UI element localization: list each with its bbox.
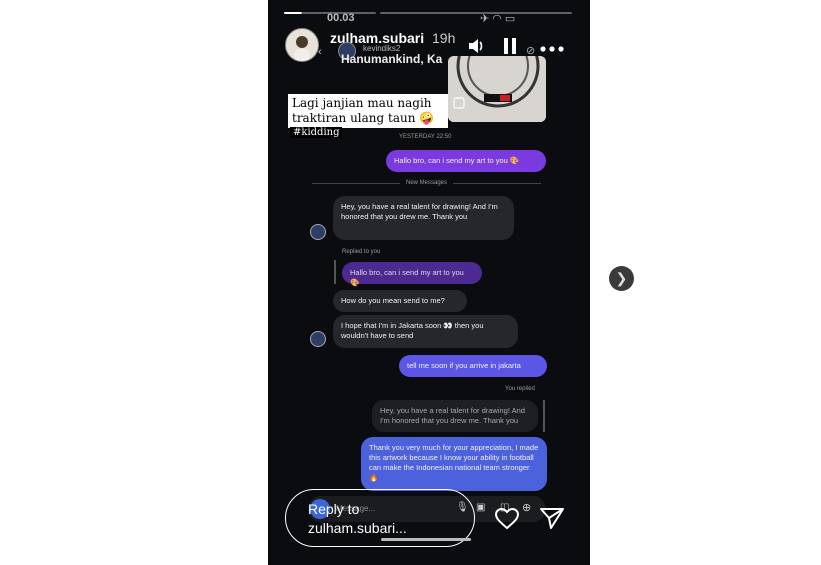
story-avatar[interactable] — [285, 28, 319, 62]
message-bubble-received: I hope that I'm in Jakarta soon 👀 then y… — [333, 315, 518, 348]
story-age: 19h — [432, 30, 456, 46]
status-icons: ✈ ◠ ▭ — [480, 13, 516, 25]
new-messages-divider-left — [312, 183, 400, 184]
replied-to-you-label: Replied to you — [342, 249, 381, 255]
artwork-thumbnail — [448, 56, 546, 122]
more-icon[interactable] — [540, 38, 564, 59]
message-bubble-sent: Hallo bro, can i send my art to you 🎨 — [386, 150, 546, 172]
message-bubble-received: How do you mean send to me? — [333, 290, 467, 312]
status-time: 00.03 — [327, 12, 355, 24]
you-replied-label: You replied — [505, 386, 535, 392]
story-viewer: 00.03 ✈ ◠ ▭ zulham.subari 19h ‹ kevindik… — [268, 0, 590, 565]
reply-bar — [334, 260, 336, 284]
add-icon: ⊕ — [522, 502, 532, 514]
message-timestamp: YESTERDAY 22:50 — [399, 134, 452, 140]
story-text-sticker: Lagi janjian mau nagih traktiran ulang t… — [288, 94, 448, 128]
new-messages-label: New Messages — [406, 180, 448, 186]
message-bubble-received: Hey, you have a real talent for drawing!… — [333, 196, 514, 240]
new-messages-divider-right — [453, 183, 541, 184]
quoted-message: Hey, you have a real talent for drawing!… — [372, 400, 538, 432]
contact-avatar-small — [310, 224, 326, 240]
dm-back-icon: ‹ — [318, 46, 322, 58]
dm-contact-name: Hanumankind, Ka — [341, 52, 443, 66]
contact-avatar-small — [310, 331, 326, 347]
quoted-message: Hallo bro, can i send my art to you 🎨 — [342, 262, 482, 287]
gallery-icon: ▣ — [476, 502, 486, 513]
chevron-right-icon: ❯ — [615, 270, 628, 286]
reply-placeholder: Reply to zulham.subari... — [308, 501, 407, 536]
message-bubble-sent: Thank you very much for your appreciatio… — [361, 437, 547, 491]
home-indicator — [381, 538, 471, 541]
heart-icon[interactable] — [494, 507, 520, 536]
send-icon[interactable] — [539, 506, 565, 535]
message-bubble-sent: tell me soon if you arrive in jakarta — [399, 355, 547, 377]
reply-bar — [543, 400, 545, 432]
next-story-button[interactable]: ❯ — [609, 266, 634, 291]
story-hashtag[interactable]: #kidding — [290, 127, 343, 138]
screenshot-status-bar: 00.03 ✈ ◠ ▭ — [268, 0, 590, 30]
